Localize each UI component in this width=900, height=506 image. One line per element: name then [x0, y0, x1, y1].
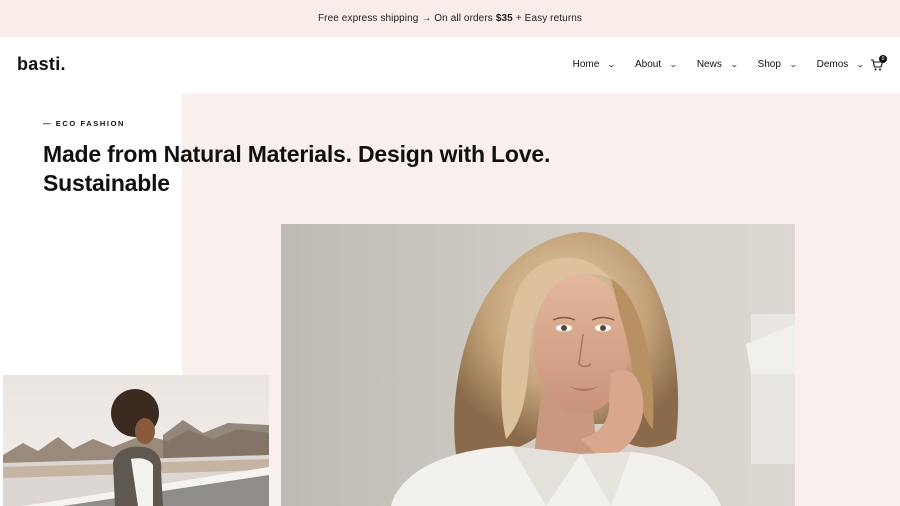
chevron-down-icon: ⌄ — [856, 60, 866, 69]
cart-count-badge: 0 — [879, 55, 887, 63]
site-header: basti. Home ⌄ About ⌄ News ⌄ Shop ⌄ Demo… — [0, 37, 900, 93]
outdoor-portrait-image — [3, 375, 269, 506]
hero-eyebrow: — ECO FASHION — [43, 119, 126, 128]
promo-bar: Free express shipping → On all orders $3… — [0, 0, 900, 37]
site-logo[interactable]: basti. — [17, 54, 66, 75]
nav-item-label: Demos — [816, 59, 849, 70]
hero-secondary-photo — [3, 375, 269, 506]
hero-headline-line2: Sustainable — [43, 170, 170, 196]
nav-item-about[interactable]: About ⌄ — [634, 59, 678, 70]
nav-item-demos[interactable]: Demos ⌄ — [816, 59, 866, 70]
nav-item-label: About — [634, 59, 662, 70]
promo-text-after: + Easy returns — [515, 13, 583, 24]
chevron-down-icon: ⌄ — [729, 60, 739, 69]
hero-main-photo — [281, 224, 795, 506]
nav-item-label: Home — [572, 59, 600, 70]
chevron-down-icon: ⌄ — [669, 60, 678, 69]
nav-item-label: News — [696, 59, 722, 70]
cart-button[interactable]: 0 — [870, 55, 887, 72]
nav-item-shop[interactable]: Shop ⌄ — [757, 59, 798, 70]
portrait-image — [281, 224, 795, 506]
chevron-down-icon: ⌄ — [788, 60, 798, 69]
promo-text-before: Free express shipping → On all orders — [317, 13, 493, 24]
nav-item-news[interactable]: News ⌄ — [696, 59, 739, 70]
nav-item-label: Shop — [757, 59, 781, 70]
promo-price: $35 — [495, 13, 513, 24]
hero-headline-line1: Made from Natural Materials. Design with… — [43, 141, 551, 167]
chevron-down-icon: ⌄ — [607, 60, 616, 69]
main-nav: Home ⌄ About ⌄ News ⌄ Shop ⌄ Demos ⌄ — [553, 59, 866, 70]
hero-headline: Made from Natural Materials. Design with… — [43, 140, 643, 198]
nav-item-home[interactable]: Home ⌄ — [572, 59, 616, 70]
